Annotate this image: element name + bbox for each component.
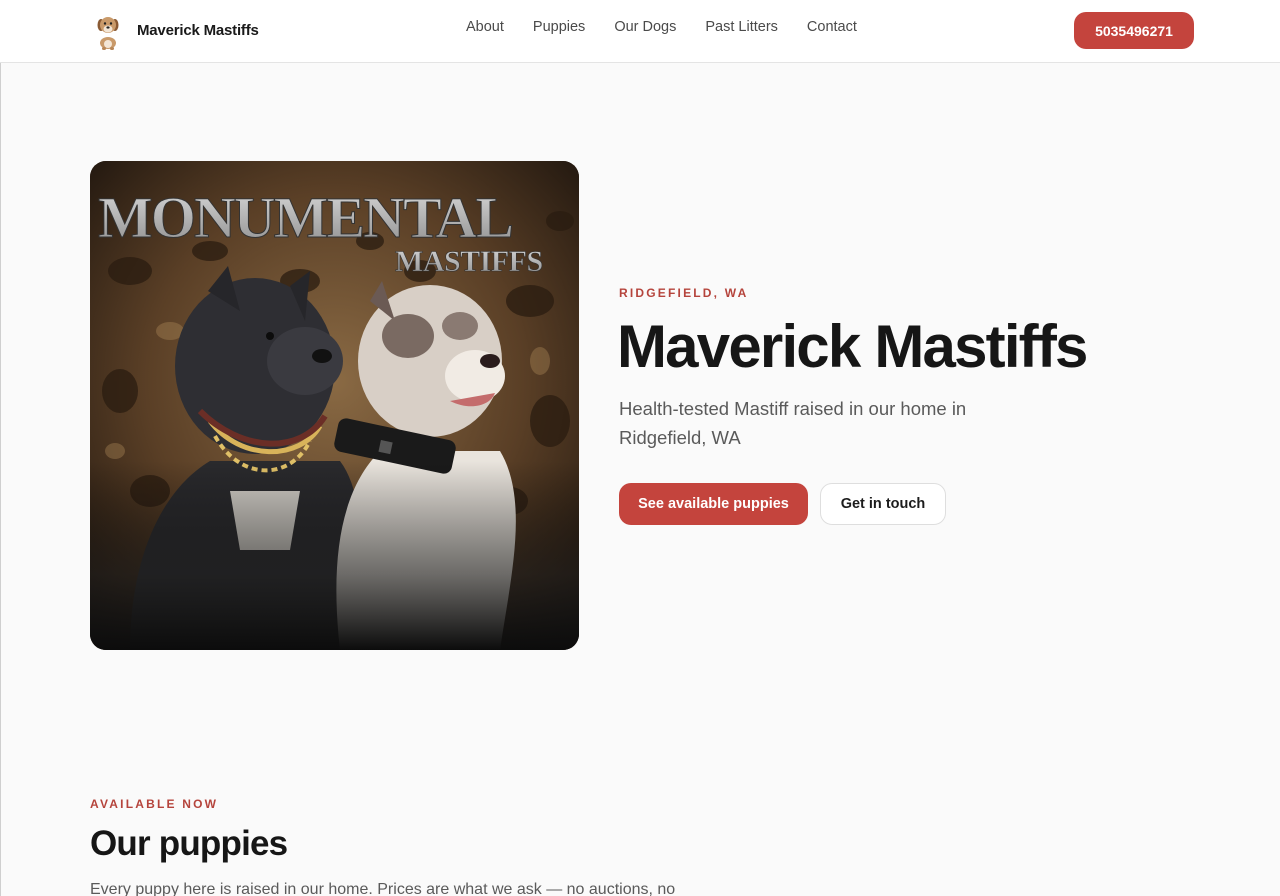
hero-subtitle: Health-tested Mastiff raised in our home… (619, 398, 967, 448)
hero-title: Maverick Mastiffs (617, 313, 1088, 380)
hero-image: MONUMENTAL MASTIFFS (90, 161, 579, 650)
get-in-touch-button[interactable]: Get in touch (820, 483, 946, 525)
page-edge (0, 0, 1, 896)
top-navigation: Maverick Mastiffs About Puppies Our Dogs… (0, 0, 1280, 63)
monumental-logo-text: MONUMENTAL (98, 185, 512, 250)
puppies-section-title: Our puppies (90, 824, 288, 863)
brand-name: Maverick Mastiffs (137, 21, 259, 39)
mastiffs-photo: MONUMENTAL MASTIFFS (90, 161, 579, 650)
nav-link-contact[interactable]: Contact (807, 19, 857, 35)
puppies-section-description: Every puppy here is raised in our home. … (90, 881, 676, 896)
nav-link-about[interactable]: About (466, 19, 504, 35)
brand-home-link[interactable]: Maverick Mastiffs (92, 10, 259, 50)
nav-links: About Puppies Our Dogs Past Litters Cont… (466, 19, 886, 35)
hero-location-eyebrow: RIDGEFIELD, WA (619, 286, 749, 300)
see-puppies-button[interactable]: See available puppies (619, 483, 808, 525)
mastiffs-logo-text: MASTIFFS (395, 245, 543, 278)
puppies-eyebrow: AVAILABLE NOW (90, 797, 219, 811)
nav-link-our-dogs[interactable]: Our Dogs (614, 19, 676, 35)
puppy-logo-icon (97, 17, 119, 50)
phone-call-button[interactable]: 5035496271 (1074, 12, 1194, 49)
nav-link-past-litters[interactable]: Past Litters (705, 19, 778, 35)
nav-link-puppies[interactable]: Puppies (533, 19, 585, 35)
